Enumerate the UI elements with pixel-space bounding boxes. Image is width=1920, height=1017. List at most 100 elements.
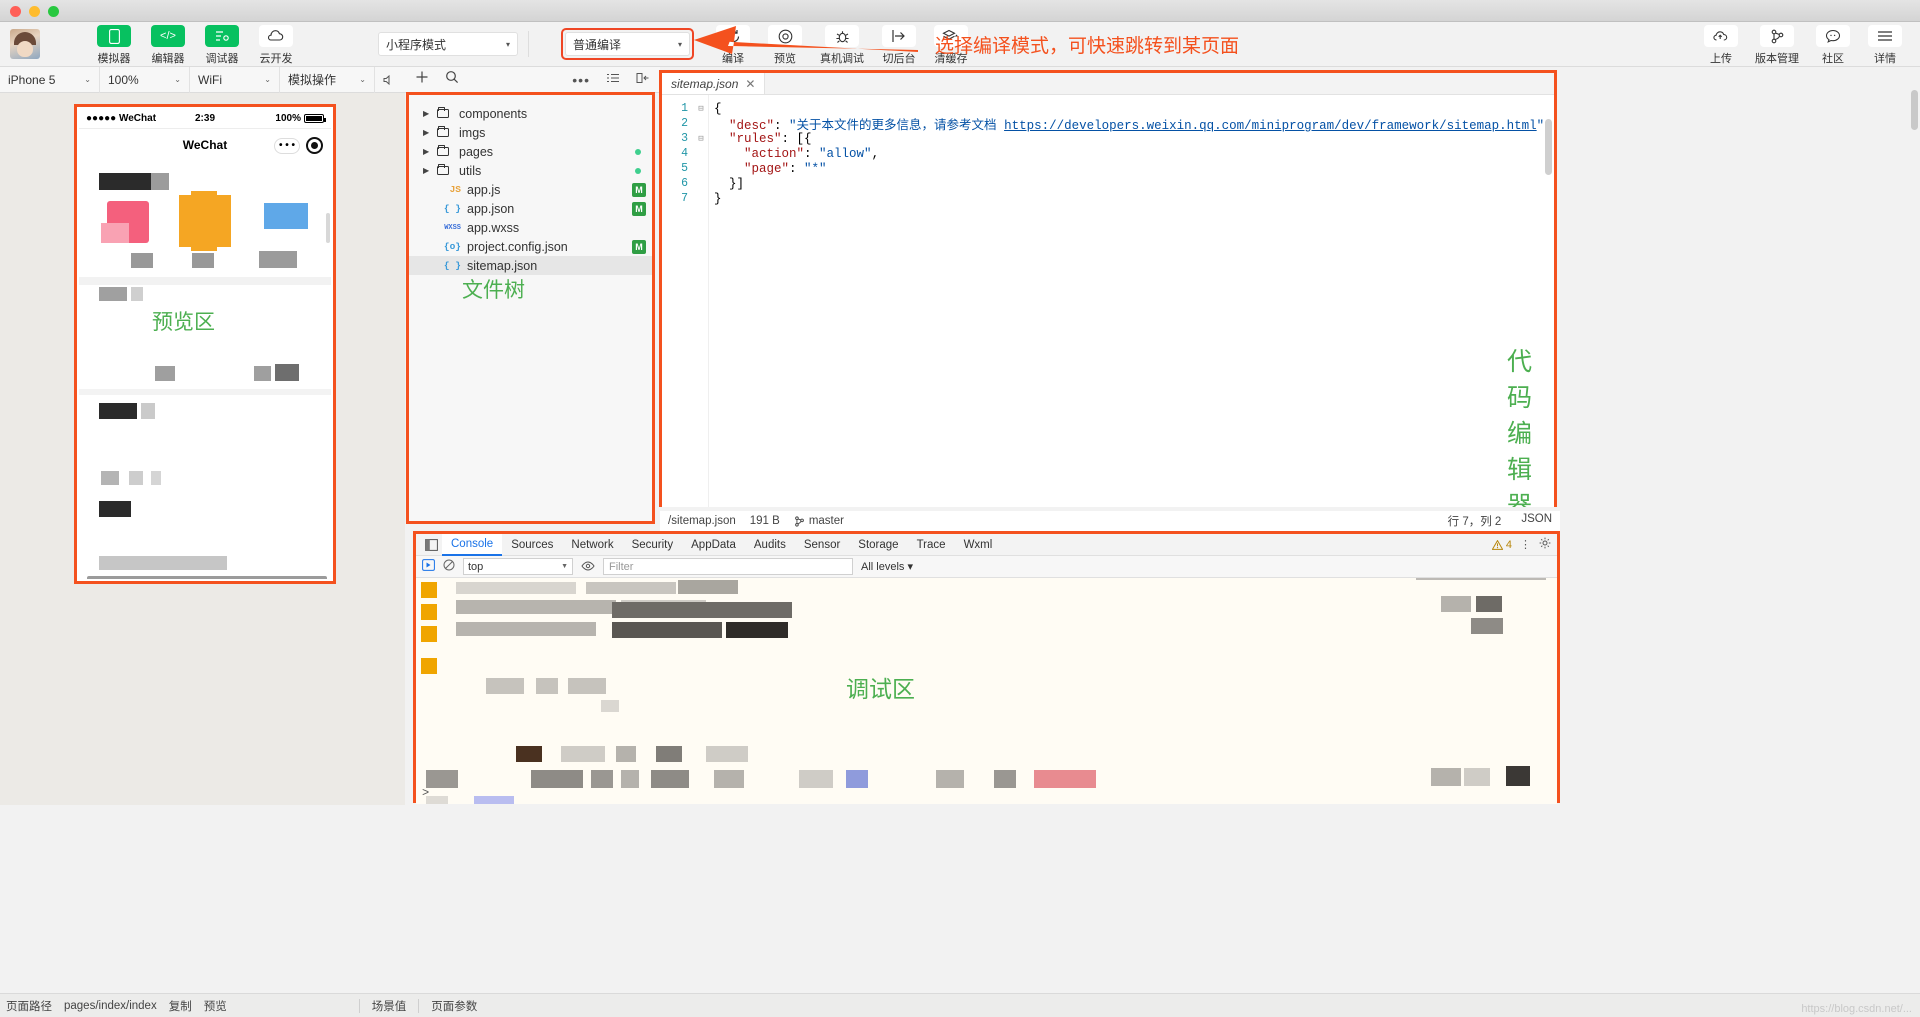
- console-tab-console[interactable]: Console: [442, 533, 503, 556]
- project-mode-select[interactable]: 小程序模式 ▾: [378, 32, 518, 56]
- status-dot: [635, 167, 641, 174]
- outline-icon[interactable]: [606, 71, 620, 89]
- chevron-right-icon[interactable]: ▶: [423, 147, 435, 156]
- console-prompt[interactable]: >: [422, 786, 429, 800]
- toolbar-button-editor-label: 编辑器: [151, 53, 185, 65]
- file-tree-item-label: utils: [459, 163, 482, 178]
- fold-toggle-icon[interactable]: ⊟: [694, 104, 708, 114]
- chevron-right-icon[interactable]: ▶: [423, 166, 435, 175]
- avatar[interactable]: [10, 29, 40, 59]
- documentation-link[interactable]: https://developers.weixin.qq.com/minipro…: [1004, 119, 1537, 133]
- fold-toggle-icon[interactable]: ⊟: [694, 134, 708, 144]
- file-tree-item[interactable]: ▶ utils: [409, 161, 652, 180]
- eye-icon[interactable]: [581, 558, 595, 576]
- phone-capsule[interactable]: • • •: [274, 137, 323, 154]
- toolbar-button-cloud[interactable]: 云开发: [250, 22, 302, 66]
- file-tree-item[interactable]: WXSS app.wxss: [409, 218, 652, 237]
- toolbar-button-debugger-label: 调试器: [205, 53, 239, 65]
- editor-toolbar: •••: [545, 67, 660, 93]
- console-levels-select[interactable]: All levels ▾: [861, 560, 913, 573]
- editor-annotation-text: 代码编辑器: [1507, 349, 1533, 507]
- file-tree-item[interactable]: {o} project.config.json M: [409, 237, 652, 256]
- copy-path-button[interactable]: 复制: [163, 998, 198, 1014]
- network-select[interactable]: WiFi ⌄: [190, 66, 280, 93]
- preview-scrollbar[interactable]: [326, 213, 330, 243]
- simulate-action-select[interactable]: 模拟操作 ⌄: [280, 66, 375, 93]
- file-tree-item[interactable]: ▶ components: [409, 104, 652, 123]
- toolbar-button-community[interactable]: 社区: [1808, 22, 1858, 66]
- chevron-down-icon: ▾: [505, 39, 510, 49]
- code-area[interactable]: 1 ⊟{2 "desc": "关于本文件的更多信息，请参考文档 https://d…: [662, 95, 1554, 507]
- console-tab-sources[interactable]: Sources: [502, 534, 562, 556]
- phone-battery-text: 100%: [275, 113, 301, 124]
- toolbar-button-remote-debug-label: 真机调试: [820, 53, 864, 65]
- page-scrollbar[interactable]: [1911, 90, 1918, 130]
- warning-badge[interactable]: 4: [1491, 539, 1512, 551]
- toolbar-button-version-label: 版本管理: [1755, 53, 1799, 65]
- play-icon[interactable]: [422, 558, 435, 576]
- close-icon[interactable]: ✕: [745, 77, 755, 91]
- device-select[interactable]: iPhone 5 ⌄: [0, 66, 100, 93]
- toolbar-button-background[interactable]: 切后台: [874, 22, 924, 66]
- console-context-select[interactable]: top ▼: [463, 558, 573, 575]
- chevron-right-icon[interactable]: ▶: [423, 109, 435, 118]
- console-tab-appdata[interactable]: AppData: [682, 534, 745, 556]
- add-icon[interactable]: [415, 70, 429, 89]
- toolbar-button-simulator-label: 模拟器: [97, 53, 131, 65]
- toolbar-button-editor[interactable]: </> 编辑器: [142, 22, 194, 66]
- volume-icon[interactable]: [375, 67, 401, 93]
- clear-icon[interactable]: [443, 558, 455, 576]
- console-filter-input[interactable]: Filter: [603, 558, 853, 575]
- zoom-select[interactable]: 100% ⌄: [100, 66, 190, 93]
- console-output[interactable]: 调试区 >: [416, 578, 1557, 804]
- refresh-icon: [716, 25, 750, 47]
- console-tab-sensor[interactable]: Sensor: [795, 534, 849, 556]
- more-icon[interactable]: • • •: [274, 137, 300, 154]
- console-tab-audits[interactable]: Audits: [745, 534, 795, 556]
- maximize-window-icon[interactable]: [48, 6, 59, 17]
- compile-mode-select[interactable]: 普通编译 ▾: [565, 32, 690, 56]
- editor-tab-sitemap[interactable]: sitemap.json ✕: [662, 73, 766, 94]
- line-number: 7: [681, 192, 688, 205]
- console-tab-storage[interactable]: Storage: [849, 534, 907, 556]
- toolbar-button-upload[interactable]: 上传: [1696, 22, 1746, 66]
- page-params-button[interactable]: 页面参数: [425, 998, 483, 1014]
- console-tab-wxml[interactable]: Wxml: [955, 534, 1002, 556]
- console-tab-network[interactable]: Network: [562, 534, 622, 556]
- phone-status-bar: ●●●●● WeChat 2:39 100%: [79, 109, 331, 129]
- console-tab-trace[interactable]: Trace: [908, 534, 955, 556]
- editor-status-branch[interactable]: master: [794, 515, 844, 527]
- close-window-icon[interactable]: [10, 6, 21, 17]
- file-tree-item[interactable]: { } sitemap.json: [409, 256, 652, 275]
- minimize-window-icon[interactable]: [29, 6, 40, 17]
- target-icon[interactable]: [306, 137, 323, 154]
- editor-status-language[interactable]: JSON: [1521, 513, 1552, 529]
- console-tabs: Console Sources Network Security AppData Audi…: [416, 533, 1557, 556]
- collapse-icon[interactable]: [636, 71, 650, 89]
- file-tree-item[interactable]: JS app.js M: [409, 180, 652, 199]
- more-icon[interactable]: •••: [572, 72, 590, 88]
- file-tree-item[interactable]: ▶ imgs: [409, 123, 652, 142]
- editor-scrollbar[interactable]: [1545, 119, 1552, 175]
- simulator-preview[interactable]: ●●●●● WeChat 2:39 100% WeChat • • •: [74, 104, 336, 584]
- kebab-icon[interactable]: ⋮: [1520, 538, 1531, 551]
- toolbar-button-debugger[interactable]: 调试器: [196, 22, 248, 66]
- toolbar-button-details[interactable]: 详情: [1860, 22, 1910, 66]
- scene-value-button[interactable]: 场景值: [366, 998, 413, 1014]
- toolbar-button-version[interactable]: 版本管理: [1748, 22, 1806, 66]
- console-levels-value: All levels ▾: [861, 561, 913, 573]
- toolbar-button-compile[interactable]: 编译: [708, 22, 758, 66]
- toolbar-button-simulator[interactable]: 模拟器: [88, 22, 140, 66]
- chevron-right-icon[interactable]: ▶: [423, 128, 435, 137]
- gear-icon[interactable]: [1539, 536, 1551, 554]
- toolbar-button-preview[interactable]: 预览: [760, 22, 810, 66]
- editor-status-size: 191 B: [749, 515, 780, 527]
- file-tree-item[interactable]: ▶ pages: [409, 142, 652, 161]
- console-tab-security[interactable]: Security: [623, 534, 683, 556]
- file-tree-item[interactable]: { } app.json M: [409, 199, 652, 218]
- dock-icon[interactable]: [420, 534, 442, 556]
- toolbar-button-compile-label: 编译: [722, 53, 744, 65]
- search-icon[interactable]: [445, 70, 459, 89]
- toolbar-button-remote-debug[interactable]: 真机调试: [812, 22, 872, 66]
- preview-page-button[interactable]: 预览: [198, 998, 233, 1014]
